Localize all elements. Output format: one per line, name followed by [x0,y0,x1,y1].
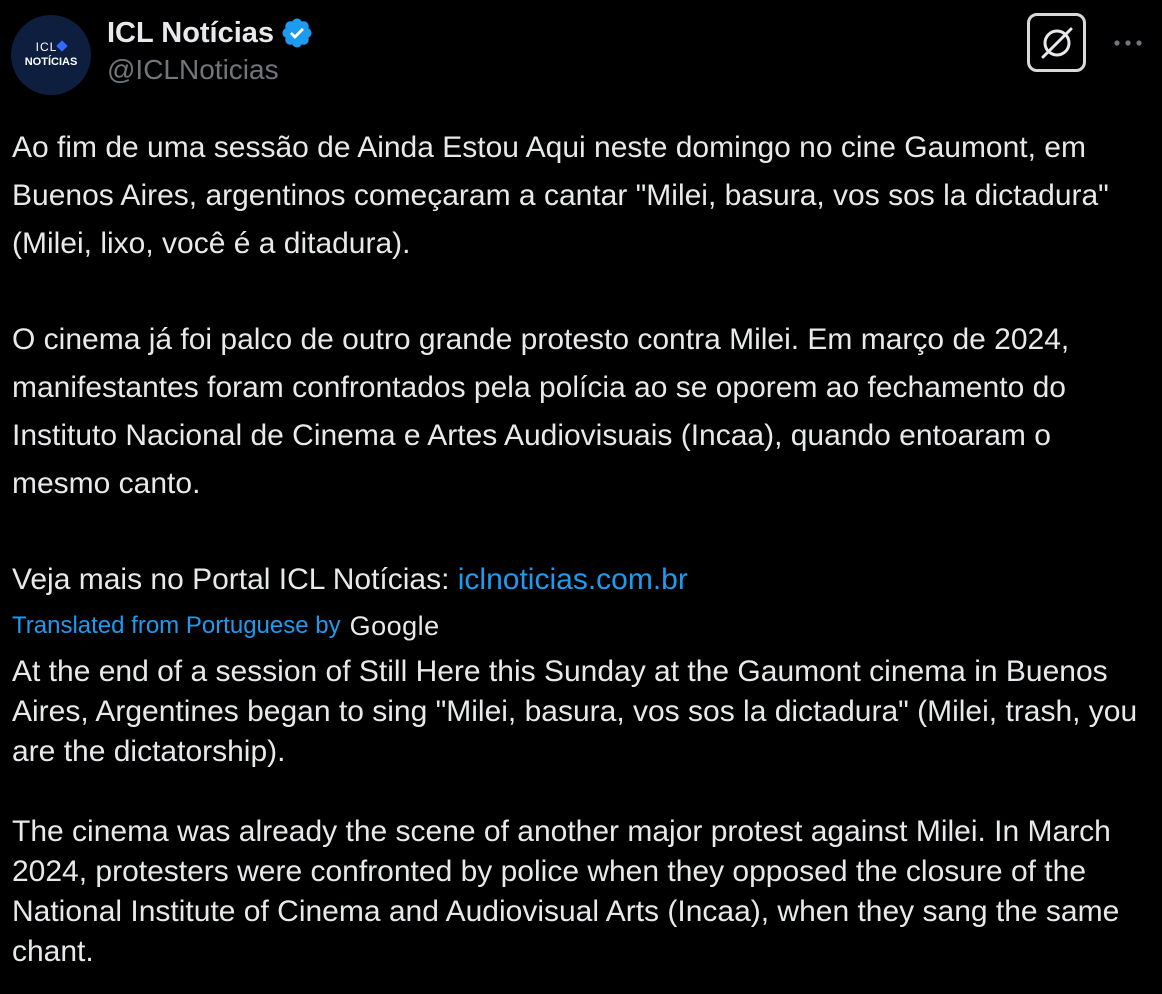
grok-button[interactable] [1027,13,1086,72]
google-logo: Google [349,610,440,641]
link-prefix: Veja mais no Portal ICL Notícias: [12,563,458,596]
verified-badge-icon[interactable] [280,16,314,50]
tweet-header: ICL NOTÍCIAS ICL Notícias @ICLNoticias [0,0,1162,110]
grok-icon [1041,27,1072,58]
tweet-link-line: Veja mais no Portal ICL Notícias: iclnot… [12,556,1152,604]
avatar-text-bottom: NOTÍCIAS [24,56,78,68]
more-options-button[interactable] [1108,28,1148,58]
tweet-text: Ao fim de uma sessão de Ainda Estou Aqui… [12,124,1152,604]
logo-diamond-icon [56,40,69,52]
translation-attribution: Translated from Portuguese by Google [12,608,440,644]
translated-paragraph: The cinema was already the scene of anot… [12,815,1128,968]
handle[interactable]: @ICLNoticias [107,50,314,90]
author-info: ICL Notícias @ICLNoticias [107,14,314,90]
tweet-paragraph: O cinema já foi palco de outro grande pr… [12,323,1078,500]
display-name-row[interactable]: ICL Notícias [107,14,314,52]
portal-link[interactable]: iclnoticias.com.br [458,563,688,596]
avatar-text-top: ICL [35,40,58,54]
avatar[interactable]: ICL NOTÍCIAS [11,15,91,95]
translated-text: At the end of a session of Still Here th… [12,652,1152,972]
translated-label[interactable]: Translated from Portuguese by [12,612,341,640]
translated-paragraph: At the end of a session of Still Here th… [12,655,1146,768]
tweet-paragraph: Ao fim de uma sessão de Ainda Estou Aqui… [12,131,1118,260]
display-name[interactable]: ICL Notícias [107,14,274,52]
more-dots-icon [1114,40,1142,46]
